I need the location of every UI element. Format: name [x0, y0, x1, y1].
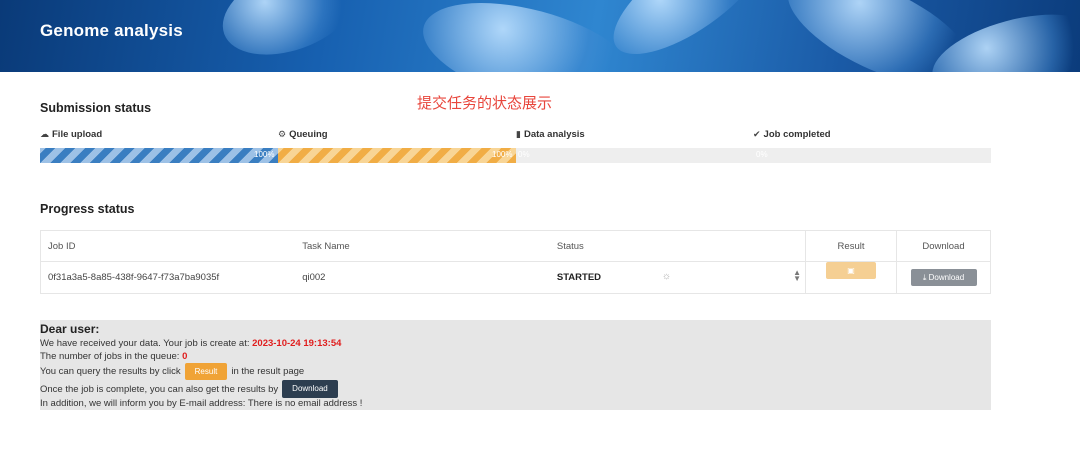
submission-progress-bar: 100% 100% 0% 0% — [40, 148, 991, 163]
column-header-job-id: Job ID — [40, 230, 296, 262]
bar-chart-icon: ▮ — [516, 129, 521, 139]
job-id-cell: 0f31a3a5-8a85-438f-9647-f73a7ba9035f — [40, 261, 296, 294]
spinner-icon: ☼ — [661, 271, 672, 282]
info-text: Once the job is complete, you can also g… — [40, 383, 279, 395]
table-row: 0f31a3a5-8a85-438f-9647-f73a7ba9035f qi0… — [40, 261, 991, 294]
sliders-icon: ⚙ — [278, 129, 287, 139]
download-button[interactable]: ⤓ Download — [910, 269, 977, 286]
cloud-icon: ☁ — [40, 129, 49, 139]
download-icon: ⤓ — [922, 273, 927, 282]
download-button-label: Download — [928, 273, 965, 282]
status-cell: STARTED ☼ ▲ ▼ — [549, 261, 807, 294]
progress-segment-queuing — [278, 148, 516, 163]
annotation-text: 提交任务的状态展示 — [417, 94, 553, 112]
sort-icon[interactable]: ▲ ▼ — [793, 269, 801, 283]
header-banner: Genome analysis — [0, 0, 1080, 72]
info-text: You can query the results by click — [40, 366, 181, 377]
info-message-box: Dear user: We have received your data. Y… — [40, 320, 991, 410]
info-line-queue: The number of jobs in the queue: 0 — [40, 351, 187, 362]
column-header-status: Status — [549, 230, 807, 262]
step-label: Queuing — [289, 129, 328, 140]
progress-status-title: Progress status — [40, 202, 135, 216]
progress-segment-upload — [40, 148, 278, 163]
result-icon: ▣ — [847, 266, 855, 275]
task-name-cell: qi002 — [295, 261, 550, 294]
progress-label-queuing: 100% — [492, 150, 513, 159]
result-button[interactable]: ▣ Result — [826, 262, 877, 292]
check-circle-icon: ✔ — [753, 129, 761, 139]
step-label: Data analysis — [523, 129, 585, 140]
step-label: File upload — [52, 129, 103, 140]
step-queuing: ⚙ Queuing — [278, 129, 328, 140]
bacteria-image — [210, 0, 370, 72]
greeting-text: Dear user: — [40, 322, 100, 336]
info-text: The number of jobs in the queue: — [40, 351, 180, 362]
info-line-result: You can query the results by click Resul… — [40, 363, 304, 380]
progress-label-upload: 100% — [254, 150, 275, 159]
queue-count-value: 0 — [182, 351, 188, 362]
info-text: We have received your data. Your job is … — [40, 338, 250, 349]
page-title: Genome analysis — [40, 21, 183, 40]
step-job-completed: ✔ Job completed — [753, 129, 831, 140]
status-text: STARTED — [556, 272, 602, 283]
column-header-download: Download — [896, 230, 991, 262]
info-line-created: We have received your data. Your job is … — [40, 338, 341, 349]
download-cell: ⤓ Download — [896, 261, 991, 294]
table-header-row: Job ID Task Name Status Result Download — [40, 230, 991, 262]
result-cell: ▣ Result — [805, 261, 897, 294]
step-file-upload: ☁ File upload — [40, 129, 102, 140]
jobs-table: Job ID Task Name Status Result Download … — [40, 230, 991, 294]
column-header-task-name: Task Name — [295, 230, 550, 262]
info-line-download: Once the job is complete, you can also g… — [40, 380, 342, 398]
result-button-label: Result — [839, 283, 863, 292]
result-link-button[interactable]: Result — [184, 363, 228, 380]
download-link-button[interactable]: Download — [282, 380, 338, 398]
column-header-result: Result — [805, 230, 897, 262]
created-at-value: 2023-10-24 19:13:54 — [252, 338, 342, 349]
step-label: Job completed — [763, 129, 831, 140]
info-text: in the result page — [231, 366, 305, 377]
progress-label-completed: 0% — [756, 150, 768, 159]
info-line-email: In addition, we will inform you by E-mai… — [40, 398, 363, 409]
progress-label-analysis: 0% — [518, 150, 530, 159]
submission-status-title: Submission status — [40, 101, 152, 115]
step-data-analysis: ▮ Data analysis — [516, 129, 585, 140]
